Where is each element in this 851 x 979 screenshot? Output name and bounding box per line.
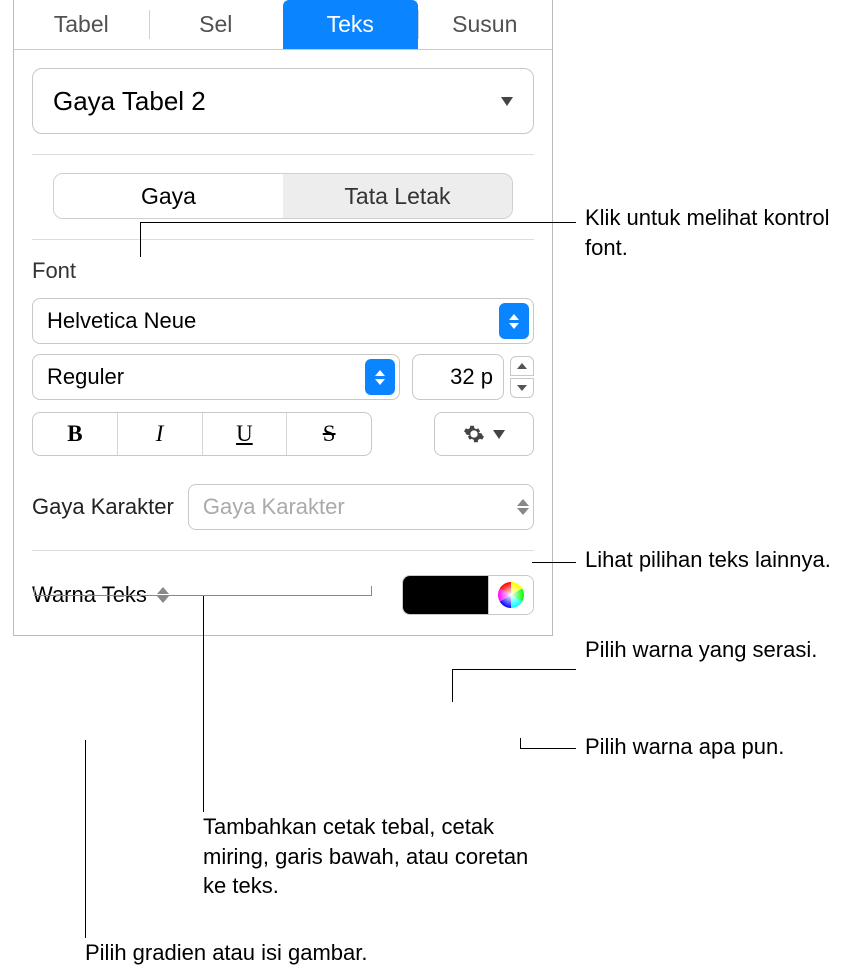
divider [32,550,534,551]
callout-font-controls: Klik untuk melihat kontrol font. [585,203,845,262]
seg-tata-letak[interactable]: Tata Letak [283,174,512,218]
italic-button[interactable]: I [118,413,203,455]
font-size-step-down[interactable] [510,378,534,398]
font-weight-value: Reguler [47,364,124,390]
font-weight-select[interactable]: Reguler [32,354,400,400]
callout-line [140,222,576,223]
callout-line [140,222,141,257]
callout-line [520,748,576,749]
chevron-updown-icon [517,499,529,515]
callout-line [532,562,576,563]
text-color-well-group [402,575,534,615]
font-size-stepper [510,356,534,398]
gear-icon [463,423,485,445]
advanced-options-button[interactable] [434,412,534,456]
strikethrough-button[interactable]: S [287,413,371,455]
inspector-tabs: Tabel Sel Teks Susun [14,0,552,50]
chevron-up-icon [517,363,527,369]
font-size-value: 32 p [450,364,493,390]
text-style-group: B I U S [32,412,372,456]
italic-glyph: I [156,421,164,447]
tab-tabel[interactable]: Tabel [14,0,149,49]
tab-sel[interactable]: Sel [149,0,284,49]
underline-button[interactable]: U [203,413,288,455]
character-style-select[interactable]: Gaya Karakter [188,484,534,530]
callout-line [85,740,86,938]
callout-matching-color: Pilih warna yang serasi. [585,635,845,665]
chevron-down-icon [493,430,505,439]
bold-glyph: B [67,421,82,447]
color-wheel-icon [498,582,524,608]
paragraph-style-value: Gaya Tabel 2 [53,86,206,117]
seg-gaya-label: Gaya [141,183,196,210]
select-stepper-icon [365,359,395,395]
callout-more-text: Lihat pilihan teks lainnya. [585,545,845,575]
tab-tabel-label: Tabel [54,11,109,38]
paragraph-style-select[interactable]: Gaya Tabel 2 [32,68,534,134]
tab-susun[interactable]: Susun [418,0,553,49]
strike-glyph: S [323,421,336,447]
select-stepper-icon [499,303,529,339]
tab-teks-label: Teks [327,11,374,38]
callout-any-color: Pilih warna apa pun. [585,732,845,762]
seg-tata-letak-label: Tata Letak [344,183,450,210]
callout-gradient-fill: Pilih gradien atau isi gambar. [85,938,505,968]
bold-button[interactable]: B [33,413,118,455]
color-swatch[interactable] [403,576,489,614]
color-wheel-button[interactable] [489,576,533,614]
tab-sel-label: Sel [199,11,232,38]
character-style-label: Gaya Karakter [32,494,174,520]
chevron-down-icon [501,97,513,106]
font-size-control: 32 p [412,354,534,400]
font-size-step-up[interactable] [510,356,534,376]
callout-line [203,596,204,812]
character-style-placeholder: Gaya Karakter [203,494,345,520]
callout-bius: Tambahkan cetak tebal, cetak miring, gar… [203,812,533,901]
font-section-heading: Font [32,258,534,284]
callout-line [452,669,453,702]
callout-bracket [34,586,372,596]
tab-susun-label: Susun [452,11,517,38]
callout-line [452,669,576,670]
format-inspector-panel: Tabel Sel Teks Susun Gaya Tabel 2 Gaya T… [13,0,553,636]
font-family-value: Helvetica Neue [47,308,196,334]
tab-teks[interactable]: Teks [283,0,418,49]
font-family-select[interactable]: Helvetica Neue [32,298,534,344]
callout-line [520,738,521,748]
seg-gaya[interactable]: Gaya [54,174,283,218]
divider [32,239,534,240]
underline-glyph: U [236,421,253,447]
font-size-input[interactable]: 32 p [412,354,504,400]
chevron-down-icon [517,385,527,391]
style-layout-segmented: Gaya Tata Letak [53,173,513,219]
